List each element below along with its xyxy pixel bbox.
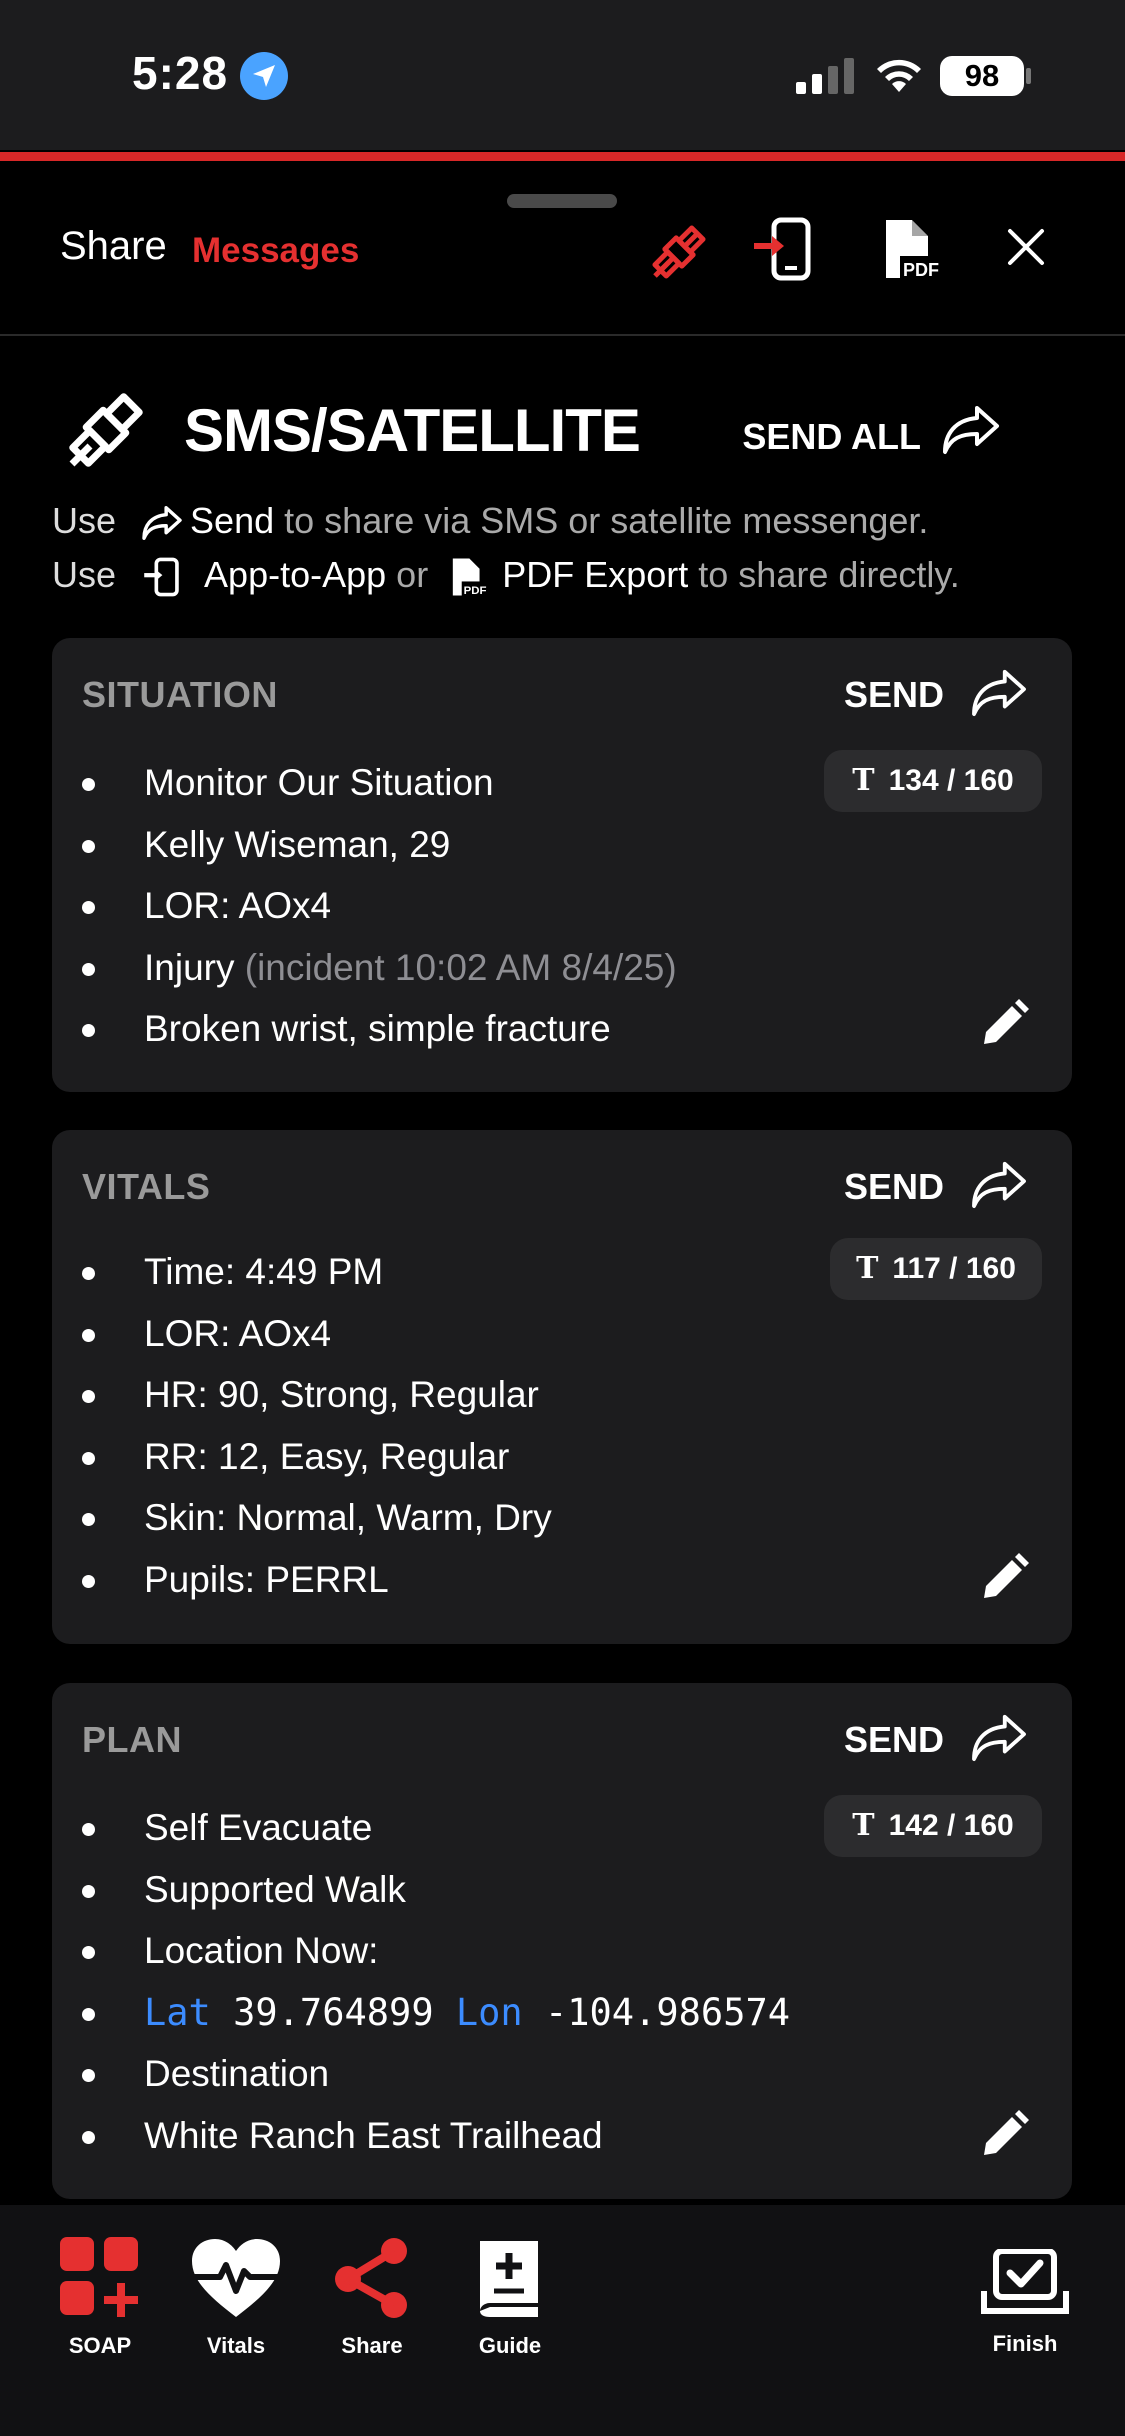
status-bar: 5:28 98 — [0, 0, 1125, 150]
app-to-app-icon — [144, 558, 179, 597]
character-count-badge: T 142 / 160 — [824, 1795, 1042, 1857]
list-item: Time: 4:49 PM — [82, 1241, 552, 1303]
list-item: HR: 90, Strong, Regular — [82, 1364, 552, 1426]
share-header: Share Messages PDF — [0, 161, 1125, 336]
send-button[interactable]: SEND — [844, 1719, 944, 1761]
vitals-list: Time: 4:49 PM LOR: AOx4 HR: 90, Strong, … — [82, 1241, 552, 1611]
lat-label: Lat — [144, 1990, 211, 2034]
coordinates-item[interactable]: Lat 39.764899 Lon -104.986574 — [82, 1982, 790, 2044]
character-count-badge: T 134 / 160 — [824, 750, 1042, 812]
pdf-export-icon: PDF — [453, 559, 490, 598]
list-item: Monitor Our Situation — [82, 752, 677, 814]
share-app-name[interactable]: Messages — [192, 231, 359, 271]
tab-share[interactable]: Share — [332, 2237, 412, 2359]
list-item: Pupils: PERRL — [82, 1549, 552, 1611]
injury-incident-note: (incident 10:02 AM 8/4/25) — [244, 946, 677, 988]
plan-list: Self Evacuate Supported Walk Location No… — [82, 1797, 790, 2167]
signal-icon — [796, 58, 854, 94]
forward-share-icon[interactable] — [970, 1713, 1028, 1763]
svg-text:PDF: PDF — [464, 586, 487, 598]
list-item: Skin: Normal, Warm, Dry — [82, 1487, 552, 1549]
sms-satellite-title-row: SMS/SATELLITE SEND ALL — [60, 374, 1065, 474]
list-item: White Ranch East Trailhead — [82, 2105, 790, 2167]
help-line-direct: Use App-to-App or PDF PDF Export to shar… — [52, 554, 960, 598]
heart-pulse-icon — [192, 2239, 280, 2317]
app-to-app-icon[interactable] — [752, 216, 818, 282]
svg-text:PDF: PDF — [903, 260, 939, 280]
situation-list: Monitor Our Situation Kelly Wiseman, 29 … — [82, 752, 677, 1060]
tab-finish[interactable]: Finish — [980, 2248, 1070, 2357]
edit-pencil-icon[interactable] — [978, 1552, 1030, 1604]
pdf-export-icon[interactable]: PDF — [882, 216, 944, 282]
status-time: 5:28 — [132, 47, 229, 99]
forward-share-icon[interactable] — [941, 404, 1001, 456]
send-button[interactable]: SEND — [844, 1166, 944, 1208]
guide-book-icon — [480, 2241, 538, 2317]
accent-divider — [0, 152, 1125, 161]
lon-label: Lon — [455, 1990, 523, 2034]
close-icon[interactable] — [1006, 227, 1046, 267]
location-arrow-icon — [240, 52, 288, 100]
send-all-button[interactable]: SEND ALL — [742, 416, 921, 458]
card-title: VITALS — [82, 1166, 211, 1207]
forward-share-icon[interactable] — [970, 1160, 1028, 1210]
share-label: Share — [60, 224, 167, 268]
text-size-icon: T — [852, 763, 875, 798]
tab-guide[interactable]: Guide — [470, 2237, 550, 2359]
plan-card: PLAN SEND T 142 / 160 Self Evacuate Suppo… — [52, 1683, 1072, 2199]
send-button[interactable]: SEND — [844, 674, 944, 716]
soap-grid-icon — [60, 2237, 138, 2317]
bottom-tab-bar: SOAP Vitals Share Guide Finish — [0, 2205, 1125, 2436]
tab-soap[interactable]: SOAP — [60, 2237, 140, 2359]
forward-share-icon — [142, 506, 182, 541]
satellite-icon — [69, 393, 143, 467]
list-item: LOR: AOx4 — [82, 1303, 552, 1365]
battery-nub — [1026, 68, 1031, 84]
list-item: Destination — [82, 2043, 790, 2105]
lon-value: -104.986574 — [544, 1990, 791, 2034]
share-sheet: Share Messages PDF SMS/SATELLITE SEND AL… — [0, 161, 1125, 2436]
list-item: Location Now: — [82, 1920, 790, 1982]
share-icon — [335, 2238, 407, 2318]
list-item: Injury (incident 10:02 AM 8/4/25) — [82, 937, 677, 999]
vitals-card: VITALS SEND T 117 / 160 Time: 4:49 PM LOR… — [52, 1130, 1072, 1644]
list-item: Broken wrist, simple fracture — [82, 998, 677, 1060]
lat-value: 39.764899 — [233, 1990, 434, 2034]
tab-vitals[interactable]: Vitals — [190, 2237, 282, 2359]
page-title: SMS/SATELLITE — [184, 397, 641, 464]
character-count-badge: T 117 / 160 — [830, 1238, 1042, 1300]
card-title: SITUATION — [82, 674, 278, 715]
satellite-icon[interactable] — [645, 218, 713, 286]
wifi-icon — [877, 59, 921, 92]
list-item: Supported Walk — [82, 1859, 790, 1921]
text-size-icon: T — [852, 1808, 875, 1843]
finish-check-icon — [981, 2248, 1069, 2314]
text-size-icon: T — [856, 1251, 879, 1286]
forward-share-icon[interactable] — [970, 668, 1028, 718]
card-title: PLAN — [82, 1719, 182, 1760]
situation-card: SITUATION SEND T 134 / 160 Monitor Our Si… — [52, 638, 1072, 1092]
edit-pencil-icon[interactable] — [978, 2109, 1030, 2161]
battery-level: 98 — [940, 56, 1024, 96]
help-line-send: Use Send to share via SMS or satellite m… — [52, 500, 929, 541]
list-item: LOR: AOx4 — [82, 875, 677, 937]
list-item: Self Evacuate — [82, 1797, 790, 1859]
edit-pencil-icon[interactable] — [978, 998, 1030, 1050]
list-item: Kelly Wiseman, 29 — [82, 814, 677, 876]
list-item: RR: 12, Easy, Regular — [82, 1426, 552, 1488]
